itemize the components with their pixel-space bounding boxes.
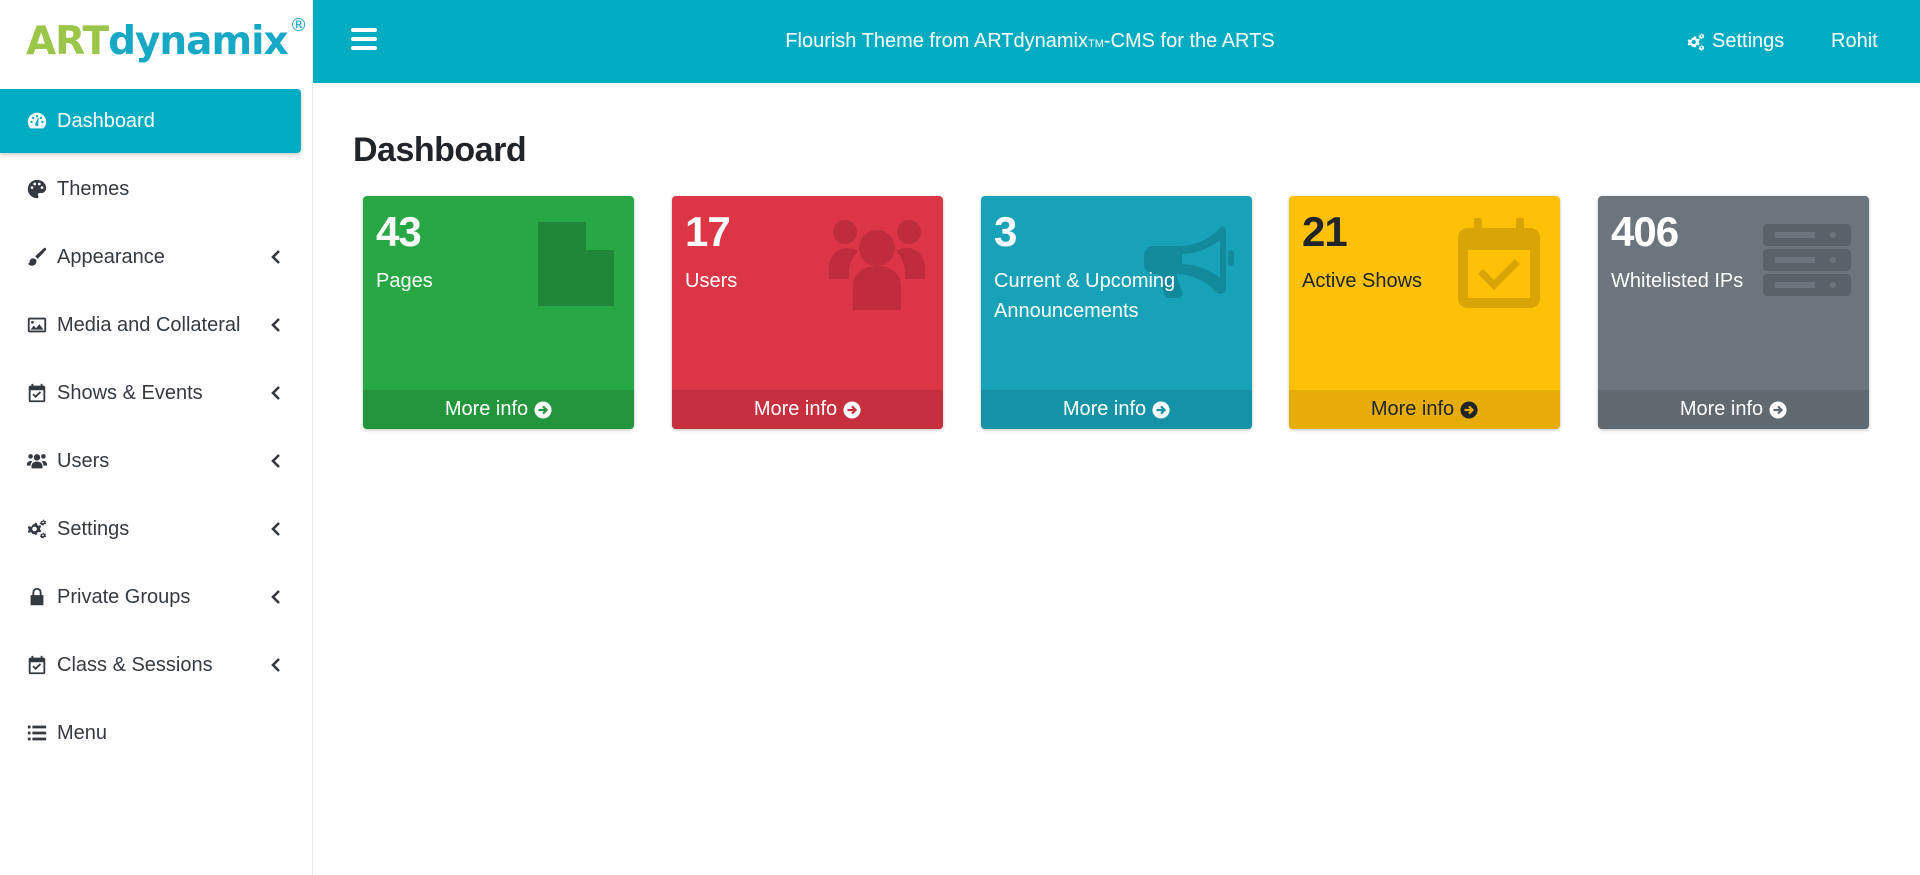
topbar: Flourish Theme from ARTdynamixTM-CMS for… bbox=[313, 0, 1920, 83]
arrow-circle-right-icon bbox=[1769, 400, 1787, 419]
users-icon bbox=[829, 218, 925, 310]
list-icon bbox=[25, 721, 49, 745]
sidebar-item-settings[interactable]: Settings bbox=[0, 497, 312, 561]
app-root: ARTdynamix® Dashboard Themes Appearance bbox=[0, 0, 1920, 875]
chevron-left-icon bbox=[268, 521, 284, 537]
sidebar-item-label: Appearance bbox=[57, 245, 165, 268]
chevron-left-icon bbox=[268, 317, 284, 333]
chevron-left-icon bbox=[268, 657, 284, 673]
paint-brush-icon bbox=[25, 245, 49, 269]
sidebar-item-dashboard[interactable]: Dashboard bbox=[0, 89, 301, 153]
stat-card-announcements: 3 Current & Upcoming Announcements More … bbox=[981, 196, 1252, 429]
sidebar-item-themes[interactable]: Themes bbox=[0, 157, 312, 221]
stat-label: Active Shows bbox=[1302, 270, 1423, 292]
lock-icon bbox=[25, 585, 49, 609]
stat-card-pages: 43 Pages More info bbox=[363, 196, 634, 429]
sidebar-item-label: Media and Collateral bbox=[57, 313, 241, 336]
arrow-circle-right-icon bbox=[1460, 400, 1478, 419]
stat-card-active-shows: 21 Active Shows More info bbox=[1289, 196, 1560, 429]
sidebar-item-label: Settings bbox=[57, 517, 130, 540]
sidebar-item-label: Menu bbox=[57, 721, 108, 744]
brand-logo[interactable]: ARTdynamix ® bbox=[0, 0, 312, 83]
sidebar-item-appearance[interactable]: Appearance bbox=[0, 225, 312, 289]
image-icon bbox=[25, 313, 49, 337]
tachometer-icon bbox=[25, 109, 49, 133]
app-title: Flourish Theme from ARTdynamixTM-CMS for… bbox=[785, 30, 1275, 52]
chevron-left-icon bbox=[268, 249, 284, 265]
more-info-label: More info bbox=[444, 398, 529, 420]
more-info-link[interactable]: More info bbox=[1598, 390, 1869, 429]
arrow-circle-right-icon bbox=[1152, 400, 1170, 419]
page-title: Dashboard bbox=[353, 131, 527, 169]
more-info-link[interactable]: More info bbox=[363, 390, 634, 429]
arrow-circle-right-icon bbox=[534, 400, 552, 419]
stat-card-users: 17 Users More info bbox=[672, 196, 943, 429]
stat-label: Pages bbox=[376, 270, 433, 292]
arrow-circle-right-icon bbox=[843, 400, 861, 419]
sidebar: ARTdynamix® Dashboard Themes Appearance bbox=[0, 0, 313, 875]
more-info-link[interactable]: More info bbox=[672, 390, 943, 429]
top-settings-label: Settings bbox=[1712, 30, 1785, 52]
stat-label: Current & Upcoming Announcements bbox=[994, 270, 1176, 322]
sidebar-item-label: Private Groups bbox=[57, 585, 191, 608]
brand-text: ARTdynamix ® bbox=[26, 15, 308, 64]
sidebar-item-menu[interactable]: Menu bbox=[0, 701, 312, 765]
calendar-check-icon bbox=[25, 381, 49, 405]
sidebar-item-class-sessions[interactable]: Class & Sessions bbox=[0, 633, 312, 697]
more-info-link[interactable]: More info bbox=[1289, 390, 1560, 429]
sidebar-item-label: Dashboard bbox=[57, 109, 155, 132]
calendar-check-icon bbox=[25, 653, 49, 677]
cogs-icon bbox=[1687, 32, 1705, 51]
sidebar-nav: Dashboard Themes Appearance Media and Co… bbox=[0, 89, 312, 765]
more-info-label: More info bbox=[753, 398, 838, 420]
stat-label: Users bbox=[685, 270, 738, 292]
sidebar-item-shows-events[interactable]: Shows & Events bbox=[0, 361, 312, 425]
top-settings-link[interactable]: Settings bbox=[1685, 30, 1784, 53]
more-info-label: More info bbox=[1062, 398, 1147, 420]
sidebar-item-private-groups[interactable]: Private Groups bbox=[0, 565, 312, 629]
cogs-icon bbox=[25, 517, 49, 541]
sidebar-item-media[interactable]: Media and Collateral bbox=[0, 293, 312, 357]
palette-icon bbox=[25, 177, 49, 201]
stat-label: Whitelisted IPs bbox=[1611, 270, 1744, 292]
chevron-left-icon bbox=[268, 385, 284, 401]
sidebar-item-label: Shows & Events bbox=[57, 381, 203, 404]
sidebar-item-label: Class & Sessions bbox=[57, 653, 213, 676]
sidebar-item-label: Users bbox=[57, 449, 110, 472]
sidebar-item-label: Themes bbox=[57, 177, 130, 200]
users-icon bbox=[25, 449, 49, 473]
file-icon bbox=[534, 218, 618, 310]
more-info-link[interactable]: More info bbox=[981, 390, 1252, 429]
chevron-left-icon bbox=[268, 589, 284, 605]
stat-card-whitelisted-ips: 406 Whitelisted IPs More info bbox=[1598, 196, 1869, 429]
sidebar-item-users[interactable]: Users bbox=[0, 429, 312, 493]
chevron-left-icon bbox=[268, 453, 284, 469]
user-menu[interactable]: Rohit bbox=[1831, 30, 1878, 53]
more-info-label: More info bbox=[1370, 398, 1455, 420]
more-info-label: More info bbox=[1679, 398, 1764, 420]
